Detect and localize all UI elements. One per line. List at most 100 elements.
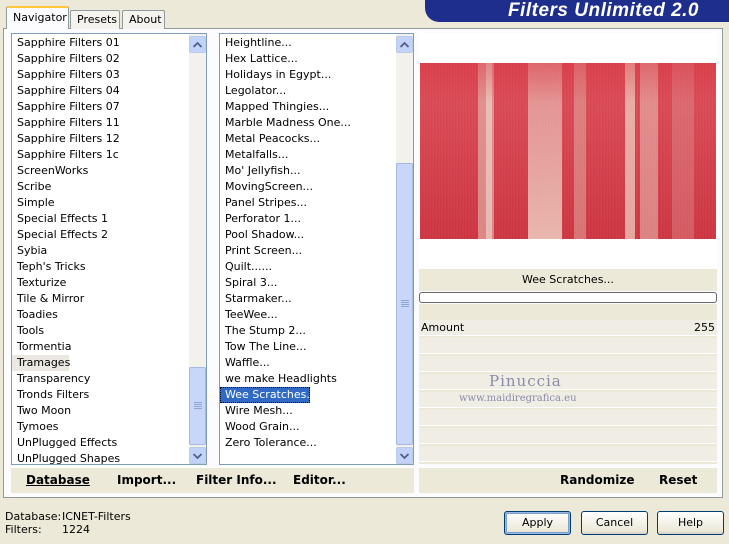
- list-item[interactable]: Tramages: [12, 355, 70, 371]
- list-item[interactable]: Sybia: [12, 243, 120, 259]
- list-item[interactable]: Hex Lattice...: [220, 51, 351, 67]
- list-item[interactable]: Toadies: [12, 307, 120, 323]
- scroll-thumb[interactable]: [189, 367, 206, 445]
- list-item[interactable]: UnPlugged Shapes: [12, 451, 120, 464]
- list-item[interactable]: Pool Shadow...: [220, 227, 351, 243]
- list-item[interactable]: Texturize: [12, 275, 120, 291]
- list-item[interactable]: Sapphire Filters 1c: [12, 147, 120, 163]
- list-item[interactable]: Heightline...: [220, 35, 351, 51]
- filter-list[interactable]: Heightline... Hex Lattice... Holidays in E…: [219, 33, 414, 465]
- slider-empty: [419, 428, 717, 444]
- list-item[interactable]: Scribe: [12, 179, 120, 195]
- list-item[interactable]: The Stump 2...: [220, 323, 351, 339]
- list-item[interactable]: Sapphire Filters 04: [12, 83, 120, 99]
- cancel-button[interactable]: Cancel: [581, 511, 648, 535]
- scroll-up-button[interactable]: [189, 36, 206, 53]
- slider-empty: [419, 356, 717, 372]
- list-item[interactable]: Perforator 1...: [220, 211, 351, 227]
- scroll-down-button[interactable]: [396, 447, 413, 464]
- reset-button[interactable]: Reset: [659, 473, 697, 487]
- list-item[interactable]: Mo' Jellyfish...: [220, 163, 351, 179]
- tab-presets[interactable]: Presets: [70, 10, 120, 29]
- chevron-down-icon: [193, 452, 202, 459]
- slider-panel: Amount 255: [419, 304, 717, 464]
- filter-info-button[interactable]: Filter Info...: [196, 473, 277, 487]
- help-button[interactable]: Help: [657, 511, 724, 535]
- list-item[interactable]: Wood Grain...: [220, 419, 351, 435]
- editor-label: Editor...: [293, 473, 346, 487]
- list-item[interactable]: Transparency: [12, 371, 120, 387]
- list-item[interactable]: Mapped Thingies...: [220, 99, 351, 115]
- chevron-up-icon: [400, 41, 409, 48]
- list-item[interactable]: Tow The Line...: [220, 339, 351, 355]
- filter-scrollbar[interactable]: [396, 34, 413, 464]
- filter-items: Heightline... Hex Lattice... Holidays in E…: [220, 35, 351, 451]
- category-scrollbar[interactable]: [189, 34, 206, 464]
- list-item[interactable]: Wire Mesh...: [220, 403, 351, 419]
- list-item[interactable]: Tormentia: [12, 339, 120, 355]
- slider-amount[interactable]: Amount 255: [419, 320, 717, 336]
- randomize-label: Randomize: [560, 473, 635, 487]
- slider-empty: [419, 446, 717, 462]
- list-item[interactable]: Zero Tolerance...: [220, 435, 351, 451]
- list-item[interactable]: Sapphire Filters 02: [12, 51, 120, 67]
- database-label: Database: [26, 473, 90, 487]
- watermark-name: Pinuccia: [489, 372, 562, 390]
- tab-navigator[interactable]: Navigator: [6, 6, 69, 29]
- slider-value: 255: [694, 321, 715, 334]
- list-item[interactable]: Legolator...: [220, 83, 351, 99]
- list-item[interactable]: Metalfalls...: [220, 147, 351, 163]
- scroll-down-button[interactable]: [189, 447, 206, 464]
- list-item[interactable]: Panel Stripes...: [220, 195, 351, 211]
- database-button[interactable]: Database: [26, 473, 90, 487]
- list-item[interactable]: Metal Peacocks...: [220, 131, 351, 147]
- title-banner: Filters Unlimited 2.0: [425, 0, 729, 22]
- list-item[interactable]: Wee Scratches...: [220, 387, 317, 403]
- tab-about[interactable]: About: [122, 10, 165, 29]
- apply-button[interactable]: Apply: [504, 511, 571, 535]
- editor-button[interactable]: Editor...: [293, 473, 346, 487]
- list-item[interactable]: Tools: [12, 323, 120, 339]
- list-item[interactable]: Two Moon: [12, 403, 120, 419]
- list-item[interactable]: Special Effects 1: [12, 211, 120, 227]
- list-item[interactable]: Print Screen...: [220, 243, 351, 259]
- import-label: Import...: [117, 473, 177, 487]
- slider-empty: [419, 338, 717, 354]
- list-item[interactable]: Spiral 3...: [220, 275, 351, 291]
- import-button[interactable]: Import...: [117, 473, 176, 487]
- list-item[interactable]: Tymoes: [12, 419, 120, 435]
- chevron-up-icon: [193, 41, 202, 48]
- filters-value: 1224: [62, 523, 90, 536]
- preview-image: [420, 63, 716, 239]
- tab-label: Navigator: [13, 11, 67, 24]
- list-item[interactable]: MovingScreen...: [220, 179, 351, 195]
- category-list[interactable]: Sapphire Filters 01 Sapphire Filters 02 Sa…: [11, 33, 207, 465]
- list-item[interactable]: Teph's Tricks: [12, 259, 120, 275]
- list-item[interactable]: Waffle...: [220, 355, 351, 371]
- list-item[interactable]: Sapphire Filters 12: [12, 131, 120, 147]
- category-items: Sapphire Filters 01 Sapphire Filters 02 Sa…: [12, 35, 120, 464]
- list-item[interactable]: Sapphire Filters 11: [12, 115, 120, 131]
- tab-label: Presets: [77, 13, 118, 26]
- filters-key: Filters:: [5, 523, 42, 536]
- list-item[interactable]: we make Headlights: [220, 371, 351, 387]
- list-item[interactable]: TeeWee...: [220, 307, 351, 323]
- list-item[interactable]: Tile & Mirror: [12, 291, 120, 307]
- list-item[interactable]: Sapphire Filters 03: [12, 67, 120, 83]
- list-item[interactable]: Quilt......: [220, 259, 351, 275]
- scroll-thumb[interactable]: [396, 163, 413, 445]
- list-item[interactable]: Marble Madness One...: [220, 115, 351, 131]
- list-item[interactable]: Starmaker...: [220, 291, 351, 307]
- list-item[interactable]: Sapphire Filters 01: [12, 35, 120, 51]
- list-item[interactable]: Holidays in Egypt...: [220, 67, 351, 83]
- list-item[interactable]: Simple: [12, 195, 120, 211]
- list-item[interactable]: Special Effects 2: [12, 227, 120, 243]
- randomize-button[interactable]: Randomize: [560, 473, 634, 487]
- list-item[interactable]: Sapphire Filters 07: [12, 99, 120, 115]
- selected-filter-name: Wee Scratches...: [419, 269, 717, 291]
- list-item[interactable]: Tronds Filters: [12, 387, 120, 403]
- list-item[interactable]: UnPlugged Effects: [12, 435, 120, 451]
- scroll-up-button[interactable]: [396, 36, 413, 53]
- list-item[interactable]: ScreenWorks: [12, 163, 120, 179]
- database-value: ICNET-Filters: [62, 510, 131, 523]
